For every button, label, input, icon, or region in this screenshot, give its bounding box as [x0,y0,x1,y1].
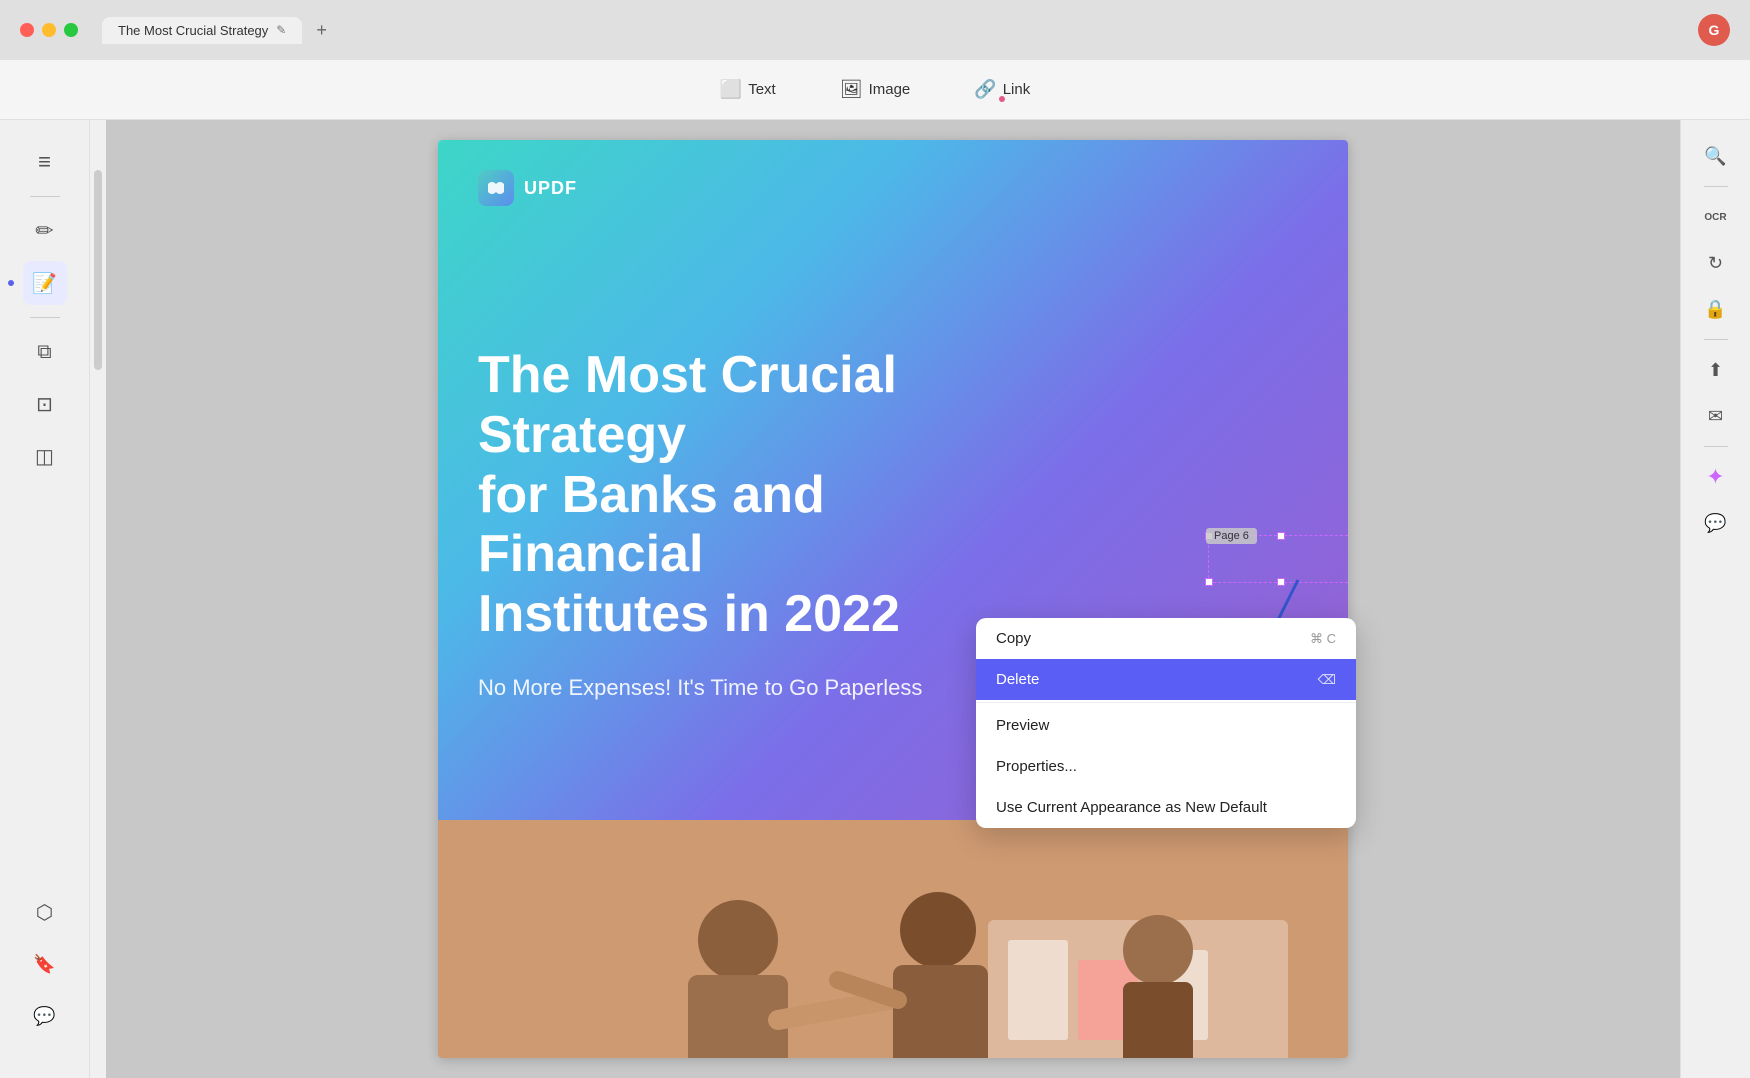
context-use-default[interactable]: Use Current Appearance as New Default [976,787,1356,828]
vertical-scrollbar[interactable] [90,120,106,1078]
pdf-title: The Most Crucial Strategy for Banks and … [478,346,1058,645]
link-active-dot [999,96,1005,102]
content-area: ≡ ✏ 📝 ⧉ ⊡ ◫ ⬡ 🔖 💬 [0,120,1750,1078]
sidebar-divider-1 [30,196,60,197]
handle-bottom-middle[interactable] [1277,578,1285,586]
photo-illustration [438,820,1348,1058]
handle-bottom-left[interactable] [1205,578,1213,586]
context-use-default-label: Use Current Appearance as New Default [996,799,1267,816]
image-tool-icon: 🖼 [840,79,863,100]
updf-logo-text: UPDF [524,178,577,199]
pages-icon[interactable]: ≡ [23,140,67,184]
compress-icon[interactable]: ⊡ [23,382,67,426]
text-tool-icon: ⬜ [720,79,742,100]
toolbar: ⬜ Text 🖼 Image 🔗 Link [0,60,1750,120]
batch-icon[interactable]: ◫ [23,434,67,478]
sidebar-bottom: ⬡ 🔖 💬 [23,890,67,1058]
link-tool-icon: 🔗 [974,79,996,100]
new-tab-button[interactable]: + [316,20,327,41]
sidebar-divider-2 [30,317,60,318]
updf-logo: UPDF [478,170,1308,206]
rs-divider-3 [1704,446,1728,447]
scrollbar-thumb[interactable] [94,170,102,370]
updf-logo-icon [478,170,514,206]
search-icon[interactable]: 🔍 [1696,136,1736,176]
chat-icon[interactable]: 💬 [1696,503,1736,543]
ocr-icon[interactable]: OCR [1696,197,1736,237]
canvas-area[interactable]: UPDF The Most Crucial Strategy for Banks… [106,120,1680,1078]
context-delete-shortcut: ⌫ [1318,672,1336,688]
context-preview-label: Preview [996,717,1049,734]
context-preview[interactable]: Preview [976,705,1356,746]
image-tool-label: Image [869,81,911,98]
titlebar: The Most Crucial Strategy ✎ + G [0,0,1750,60]
rs-divider-2 [1704,339,1728,340]
active-indicator-dot [8,280,14,286]
email-icon[interactable]: ✉ [1696,396,1736,436]
text-tool[interactable]: ⬜ Text [708,73,788,106]
rs-divider-1 [1704,186,1728,187]
comment-icon[interactable]: 💬 [23,994,67,1038]
page-label: Page 6 [1206,528,1257,544]
traffic-lights [20,23,78,37]
link-tool-label: Link [1003,81,1031,98]
convert-icon[interactable]: ↻ [1696,243,1736,283]
context-delete[interactable]: Delete ⌫ [976,659,1356,700]
pdf-title-line2: for Banks and Financial [478,466,825,584]
pdf-document: UPDF The Most Crucial Strategy for Banks… [438,140,1348,1058]
page-org-icon[interactable]: ⧉ [23,330,67,374]
tab-edit-icon: ✎ [276,23,286,37]
edit-mode-icon[interactable]: 📝 [23,261,67,305]
context-copy-shortcut: ⌘ C [1310,631,1336,647]
pdf-title-line1: The Most Crucial Strategy [478,346,897,464]
context-properties-label: Properties... [996,758,1077,775]
tab[interactable]: The Most Crucial Strategy ✎ [102,17,302,44]
ai-magic-icon[interactable]: ✦ [1696,457,1736,497]
context-menu[interactable]: Copy ⌘ C Delete ⌫ Preview Properties... … [976,618,1356,828]
bookmark-icon[interactable]: 🔖 [23,942,67,986]
pdf-photo-section [438,820,1348,1058]
image-tool[interactable]: 🖼 Image [828,73,923,106]
layers-icon[interactable]: ⬡ [23,890,67,934]
context-delete-label: Delete [996,671,1039,688]
left-sidebar: ≡ ✏ 📝 ⧉ ⊡ ◫ ⬡ 🔖 💬 [0,120,90,1078]
context-copy-label: Copy [996,630,1031,647]
context-properties[interactable]: Properties... [976,746,1356,787]
right-sidebar: 🔍 OCR ↻ 🔒 ⬆ ✉ ✦ 💬 [1680,120,1750,1078]
handle-top-middle[interactable] [1277,532,1285,540]
text-tool-label: Text [748,81,776,98]
annotate-icon[interactable]: ✏ [23,209,67,253]
protect-icon[interactable]: 🔒 [1696,289,1736,329]
minimize-button[interactable] [42,23,56,37]
avatar[interactable]: G [1698,14,1730,46]
tab-title: The Most Crucial Strategy [118,23,268,38]
context-divider-1 [976,702,1356,703]
close-button[interactable] [20,23,34,37]
share-icon[interactable]: ⬆ [1696,350,1736,390]
pdf-title-line3: Institutes in 2022 [478,585,900,643]
tab-area: The Most Crucial Strategy ✎ + [102,17,327,44]
maximize-button[interactable] [64,23,78,37]
link-tool[interactable]: 🔗 Link [962,73,1042,106]
context-copy[interactable]: Copy ⌘ C [976,618,1356,659]
main-window: ⬜ Text 🖼 Image 🔗 Link ≡ ✏ 📝 ⧉ [0,60,1750,1078]
